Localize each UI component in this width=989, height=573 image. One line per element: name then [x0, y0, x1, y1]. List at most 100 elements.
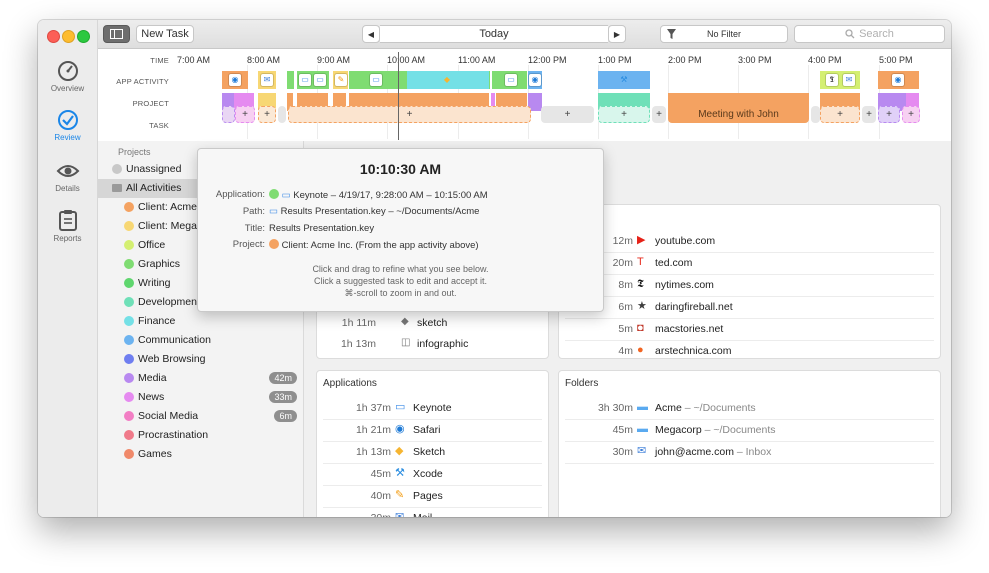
project-label: Media — [138, 372, 167, 384]
application-value: ▭ Keynote – 4/19/17, 9:28:00 AM – 10:15:… — [269, 189, 488, 201]
date-selector[interactable]: Today — [380, 25, 608, 43]
arstechnica-com-icon: ● — [637, 344, 644, 356]
project-color-dot — [269, 189, 279, 199]
duration: 45m — [612, 424, 633, 436]
suggested-task[interactable]: + — [541, 106, 594, 123]
list-item[interactable]: 6m ★ daringfireball.net — [565, 296, 934, 319]
time-row-label: TIME — [150, 56, 169, 65]
minimize-window-button[interactable] — [62, 30, 75, 43]
app-activity-block[interactable]: ▭ ▭ — [297, 71, 329, 89]
keynote-icon: ▭ — [281, 190, 291, 201]
zoom-window-button[interactable] — [77, 30, 90, 43]
previous-day-button[interactable]: ◀ — [362, 25, 380, 43]
time-tick: 1:00 PM — [598, 55, 632, 65]
item-subtitle: – ~/Documents — [701, 424, 776, 436]
list-item[interactable]: 1h 13m ◫ infographic — [323, 333, 542, 355]
project-item[interactable]: News 33m — [98, 388, 303, 407]
suggested-task[interactable]: + — [258, 106, 276, 123]
project-item[interactable]: Web Browsing — [98, 350, 303, 369]
new-task-button[interactable]: New Task — [136, 25, 194, 43]
meeting-task[interactable]: Meeting with John — [668, 106, 809, 123]
suggested-task[interactable]: + — [902, 106, 920, 123]
file-icon: ◫ — [401, 337, 411, 348]
sketch-icon: ◆ — [401, 316, 409, 327]
item-subtitle: – ~/Documents — [681, 402, 756, 414]
list-item[interactable]: 30m ✉ john@acme.com – Inbox — [565, 441, 934, 464]
project-label: Social Media — [138, 410, 199, 422]
safari-icon: ◉ — [395, 423, 405, 435]
suggested-task[interactable] — [222, 106, 235, 123]
item-name: Keynote — [413, 402, 452, 414]
project-item[interactable]: Games — [98, 445, 303, 464]
list-item[interactable]: 20m Tted.com — [565, 252, 934, 275]
app-activity-block[interactable]: ⚒ — [598, 71, 650, 89]
list-item[interactable]: 3h 30m ▬ Acme – ~/Documents — [565, 397, 934, 420]
app-activity-block[interactable]: ◉ — [878, 71, 919, 89]
list-item[interactable]: 5m ◘ macstories.net — [565, 318, 934, 341]
suggested-task[interactable]: + — [288, 106, 531, 123]
item-name: arstechnica.com — [655, 345, 731, 357]
timeline[interactable]: TIME APP ACTIVITY PROJECT TASK 7:00 AM 8… — [98, 49, 951, 142]
john-acme-com-icon: ✉ — [637, 445, 647, 457]
list-item[interactable]: 8m 𝕿nytimes.com — [565, 274, 934, 297]
list-item[interactable]: 1h 13m ◆ Sketch — [323, 441, 542, 464]
app-activity-block[interactable]: ✉ — [258, 71, 276, 89]
next-day-button[interactable]: ▶ — [608, 25, 626, 43]
project-item[interactable]: Social Media 6m — [98, 407, 303, 426]
project-color-dot — [124, 335, 134, 345]
item-name-text: Keynote — [413, 402, 452, 414]
folders-title: Folders — [565, 378, 599, 389]
list-item[interactable]: 12m ▶ youtube.com — [565, 230, 934, 253]
project-color-dot — [124, 354, 134, 364]
project-item[interactable]: Procrastination — [98, 426, 303, 445]
list-item[interactable]: 1h 11m ◆ sketch — [323, 312, 542, 334]
app-activity-block[interactable] — [287, 71, 294, 89]
safari-icon: ◉ — [529, 74, 541, 86]
time-tick: 9:00 AM — [317, 55, 351, 65]
project-label: Project: — [232, 239, 265, 250]
rail-review[interactable]: Review — [38, 109, 97, 142]
project-label: Finance — [138, 315, 176, 327]
list-item[interactable]: 45m ⚒ Xcode — [323, 463, 542, 486]
mail-icon: ✉ — [395, 511, 405, 517]
rail-review-label: Review — [54, 133, 81, 142]
suggested-task[interactable]: + — [878, 106, 900, 123]
suggested-task[interactable] — [278, 106, 286, 123]
app-activity-block[interactable]: ◉ — [528, 71, 542, 89]
item-name: infographic — [417, 338, 469, 350]
list-item[interactable]: 1h 21m ◉ Safari — [323, 419, 542, 442]
suggested-task[interactable]: + — [598, 106, 650, 123]
app-activity-block[interactable]: ▭ — [492, 71, 527, 89]
close-window-button[interactable] — [47, 30, 60, 43]
project-item[interactable]: Media 42m — [98, 369, 303, 388]
app-activity-block[interactable]: ✎ — [333, 71, 348, 89]
app-activity-block[interactable]: ◉ — [222, 71, 248, 89]
list-item[interactable]: 40m ✎ Pages — [323, 485, 542, 508]
suggested-task[interactable]: + — [862, 106, 876, 123]
project-color-dot — [269, 239, 279, 249]
project-item[interactable]: Communication — [98, 331, 303, 350]
project-item[interactable]: Finance — [98, 312, 303, 331]
suggested-task[interactable] — [811, 106, 820, 123]
list-item[interactable]: 1h 37m ▭ Keynote — [323, 397, 542, 420]
xcode-icon: ⚒ — [620, 75, 628, 84]
project-color-dot — [124, 240, 134, 250]
project-color-dot — [124, 297, 134, 307]
app-activity-block[interactable]: ◆ — [407, 71, 489, 89]
title-value: Results Presentation.key — [269, 223, 375, 234]
list-item[interactable]: 30m ✉ Mail — [323, 507, 542, 517]
list-item[interactable]: 45m ▬ Megacorp – ~/Documents — [565, 419, 934, 442]
suggested-task[interactable]: + — [820, 106, 860, 123]
rail-details[interactable]: Details — [38, 160, 97, 193]
rail-overview[interactable]: Overview — [38, 60, 97, 93]
project-label: Games — [138, 448, 172, 460]
app-activity-block[interactable]: 𝕿 ✉ — [820, 71, 860, 89]
search-field[interactable]: Search — [794, 25, 945, 43]
sidebar-toggle-button[interactable] — [103, 25, 130, 43]
list-item[interactable]: 4m ● arstechnica.com — [565, 340, 934, 358]
suggested-task[interactable]: + — [652, 106, 666, 123]
project-label: Writing — [138, 277, 171, 289]
rail-reports[interactable]: Reports — [38, 208, 97, 243]
filter-dropdown[interactable]: No Filter — [660, 25, 788, 43]
suggested-task[interactable]: + — [235, 106, 255, 123]
